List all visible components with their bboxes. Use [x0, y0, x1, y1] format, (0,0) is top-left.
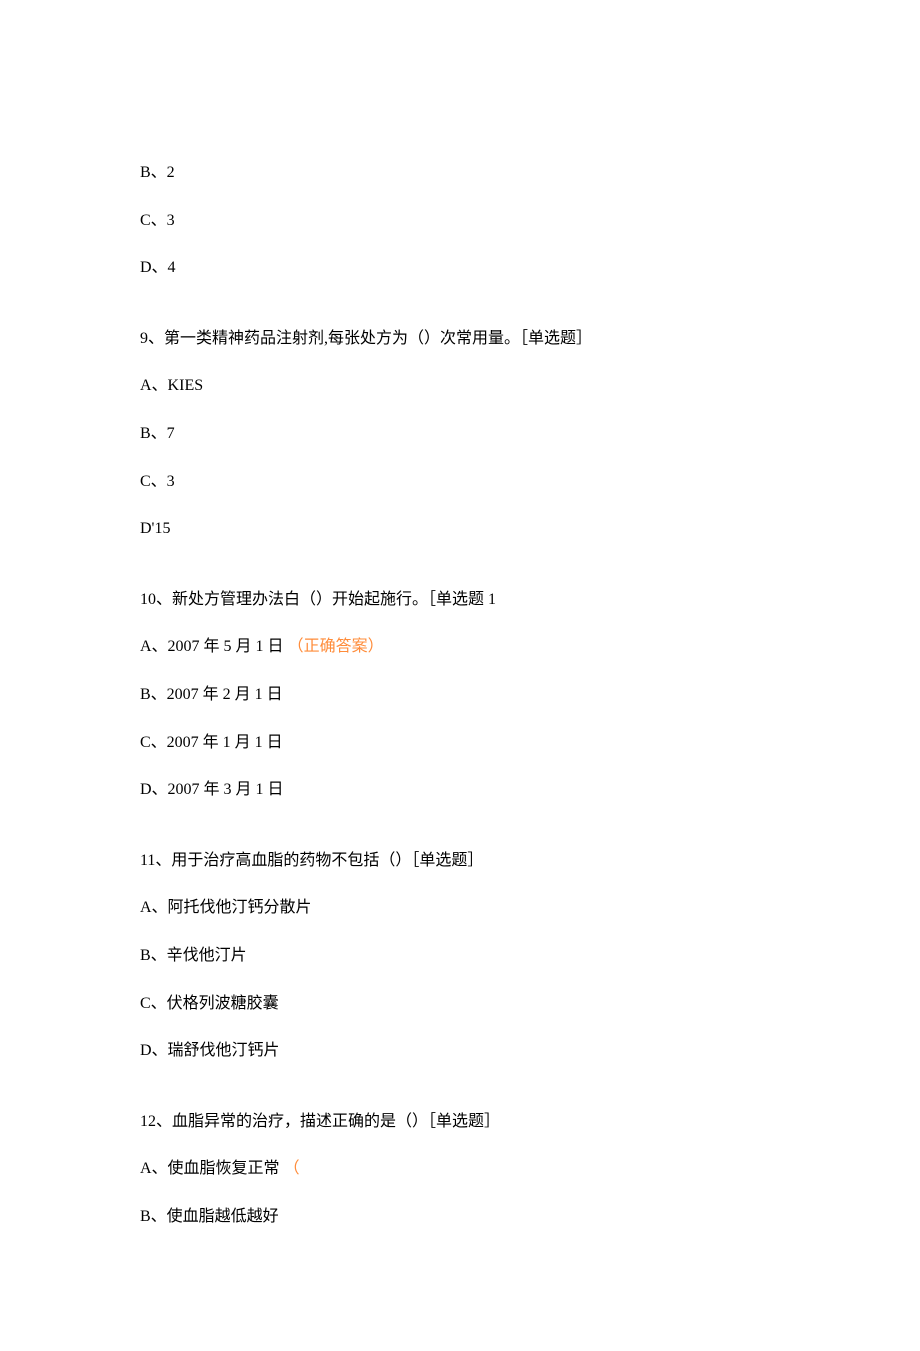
q10-option-a-text: A、2007 年 5 月 1 日 [140, 638, 284, 655]
question-9: 9、第一类精神药品注射剂,每张处方为（）次常用量。［单选题］ [140, 326, 780, 352]
q12-option-b: B、使血脂越低越好 [140, 1204, 780, 1230]
open-paren: （ [284, 1160, 300, 1177]
q10-option-c: C、2007 年 1 月 1 日 [140, 730, 780, 756]
q9-option-b: B、7 [140, 421, 780, 447]
q10-option-b: B、2007 年 2 月 1 日 [140, 682, 780, 708]
q12-option-a-text: A、使血脂恢复正常 [140, 1160, 280, 1177]
question-12: 12、血脂异常的治疗，描述正确的是（）［单选题］ [140, 1109, 780, 1135]
q11-option-c: C、伏格列波糖胶囊 [140, 991, 780, 1017]
q12-option-a: A、使血脂恢复正常 （ [140, 1156, 780, 1182]
correct-answer-label: （正确答案） [288, 638, 384, 655]
q11-option-b: B、辛伐他汀片 [140, 943, 780, 969]
q9-option-d: D'15 [140, 516, 780, 542]
option-d: D、4 [140, 255, 780, 281]
q10-option-d: D、2007 年 3 月 1 日 [140, 777, 780, 803]
question-11: 11、用于治疗高血脂的药物不包括（）［单选题］ [140, 848, 780, 874]
q10-option-a: A、2007 年 5 月 1 日 （正确答案） [140, 634, 780, 660]
question-10: 10、新处方管理办法白（）开始起施行。［单选题 1 [140, 587, 780, 613]
q9-option-c: C、3 [140, 469, 780, 495]
q9-option-a: A、KIES [140, 373, 780, 399]
q11-option-a: A、阿托伐他汀钙分散片 [140, 895, 780, 921]
q11-option-d: D、瑞舒伐他汀钙片 [140, 1038, 780, 1064]
option-c: C、3 [140, 208, 780, 234]
option-b: B、2 [140, 160, 780, 186]
